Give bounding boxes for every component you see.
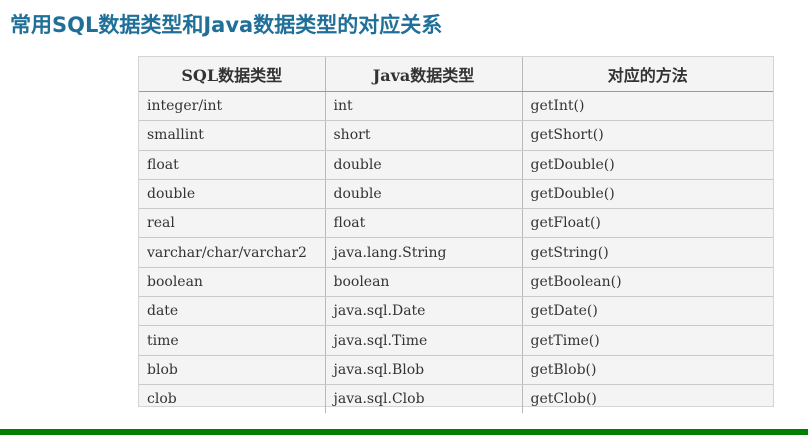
page-title: 常用SQL数据类型和Java数据类型的对应关系 (10, 13, 443, 37)
cell-sql-type: boolean (139, 267, 325, 298)
cell-sql-type: integer/int (139, 91, 325, 122)
table-header-row: SQL数据类型 Java数据类型 对应的方法 (139, 57, 773, 92)
table-row: integer/int int getInt() (139, 91, 773, 122)
cell-sql-type: varchar/char/varchar2 (139, 237, 325, 268)
cell-java-type: double (324, 179, 522, 210)
cell-method: getString() (521, 237, 773, 268)
cell-sql-type: time (139, 325, 325, 356)
table-row: blob java.sql.Blob getBlob() (139, 355, 773, 385)
table-row: smallint short getShort() (139, 120, 773, 151)
cell-java-type: double (324, 150, 522, 180)
table-row: date java.sql.Date getDate() (139, 296, 773, 327)
cell-java-type: float (324, 208, 522, 239)
table-header: SQL数据类型 Java数据类型 对应的方法 (139, 57, 773, 92)
table-row: float double getDouble() (139, 150, 773, 180)
cell-sql-type: date (139, 296, 325, 327)
header-java-type: Java数据类型 (324, 57, 522, 92)
cell-java-type: int (324, 91, 522, 122)
sql-java-type-mapping-table: SQL数据类型 Java数据类型 对应的方法 integer/int int get… (139, 57, 773, 414)
cell-sql-type: double (139, 179, 325, 210)
cell-method: getDate() (521, 296, 773, 327)
cell-method: getDouble() (521, 150, 773, 180)
cell-method: getBoolean() (521, 267, 773, 298)
cell-sql-type: clob (147, 391, 177, 408)
cell-sql-type: real (139, 208, 325, 239)
mapping-table-panel: SQL数据类型 Java数据类型 对应的方法 integer/int int get… (138, 56, 774, 414)
header-sql-type: SQL数据类型 (139, 57, 325, 92)
table-row: varchar/char/varchar2 java.lang.String get… (139, 237, 773, 268)
cell-method: getFloat() (521, 208, 773, 239)
cell-sql-type: smallint (139, 120, 325, 151)
cell-method: getTime() (521, 325, 773, 356)
cell-java-type: java.sql.Time (324, 325, 522, 356)
cell-java-type: boolean (324, 267, 522, 298)
cell-sql-type: float (139, 150, 325, 180)
cell-method: getShort() (521, 120, 773, 151)
table-row: clob java.sql.Clob getClob() (139, 384, 773, 414)
cell-method: getClob() (521, 384, 773, 414)
cell-java-type: java.lang.String (324, 237, 522, 268)
table-row: real float getFloat() (139, 208, 773, 239)
footer-green-bar (0, 429, 808, 435)
table-row: time java.sql.Time getTime() (139, 325, 773, 356)
header-method: 对应的方法 (521, 57, 773, 92)
table-body: integer/int int getInt() smallint short getSh… (139, 91, 773, 414)
cell-sql-type: blob (139, 355, 325, 385)
table-row: boolean boolean getBoolean() (139, 267, 773, 298)
table-row: double double getDouble() (139, 179, 773, 210)
cell-method: getInt() (521, 91, 773, 122)
cell-method: getBlob() (521, 355, 773, 385)
cell-method: getDouble() (521, 179, 773, 210)
cell-java-type: java.sql.Clob (324, 384, 522, 414)
cell-java-type: java.sql.Date (324, 296, 522, 327)
cell-java-type: short (324, 120, 522, 151)
cell-java-type: java.sql.Blob (324, 355, 522, 385)
